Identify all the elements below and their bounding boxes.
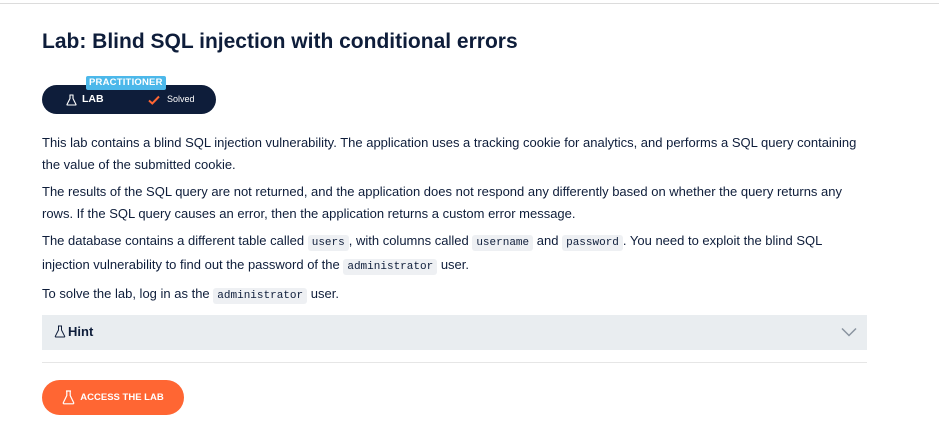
text-segment: , with columns called xyxy=(348,233,469,248)
difficulty-label: PRACTITIONER xyxy=(86,76,166,90)
code-administrator: administrator xyxy=(343,259,438,275)
code-administrator: administrator xyxy=(213,288,308,304)
badge-lab: LAB xyxy=(66,93,104,106)
checkmark-icon xyxy=(148,95,160,105)
badge-solved: Solved xyxy=(148,93,195,106)
description-paragraph-2: The results of the SQL query are not ret… xyxy=(42,184,843,221)
badge-lab-label: LAB xyxy=(82,93,104,105)
access-lab-label: ACCESS THE LAB xyxy=(80,392,164,403)
lab-description: This lab contains a blind SQL injection … xyxy=(42,132,862,312)
description-paragraph-1: This lab contains a blind SQL injection … xyxy=(42,135,857,172)
flask-icon xyxy=(62,390,75,405)
page-title: Lab: Blind SQL injection with conditiona… xyxy=(42,30,518,53)
section-divider xyxy=(42,362,867,363)
hint-label: Hint xyxy=(68,324,94,339)
text-segment: To solve the lab, log in as the xyxy=(42,286,210,301)
flask-icon xyxy=(54,325,66,338)
lab-status-badge: LAB Solved PRACTITIONER xyxy=(42,76,216,116)
code-username: username xyxy=(472,235,534,251)
access-lab-button[interactable]: ACCESS THE LAB xyxy=(42,380,184,415)
hint-toggle[interactable]: Hint xyxy=(42,315,867,350)
code-password: password xyxy=(562,235,623,251)
hint-header: Hint xyxy=(54,324,93,339)
description-paragraph-4: To solve the lab, log in as the administ… xyxy=(42,283,862,307)
chevron-down-icon[interactable] xyxy=(841,325,857,339)
text-segment: user. xyxy=(440,257,469,272)
text-segment: The database contains a different table … xyxy=(42,233,305,248)
text-segment: and xyxy=(536,233,559,248)
description-paragraph-3: The database contains a different table … xyxy=(42,230,862,278)
badge-status-label: Solved xyxy=(167,94,195,104)
code-users: users xyxy=(307,235,349,251)
text-segment: user. xyxy=(310,286,339,301)
flask-icon xyxy=(66,93,77,106)
top-divider xyxy=(0,0,939,4)
